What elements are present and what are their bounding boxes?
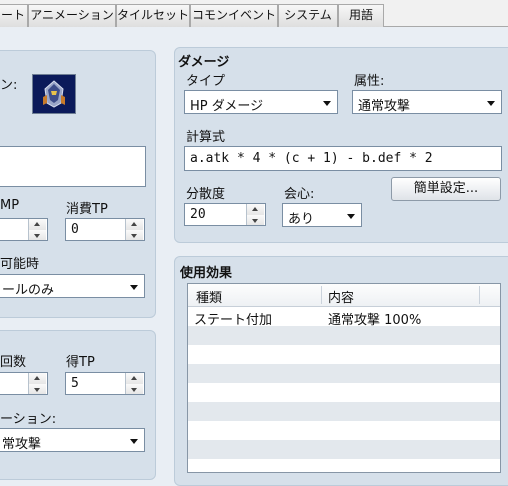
effects-list[interactable]: 種類 内容 ステート付加 通常攻撃 100% — [187, 283, 501, 473]
variance-label: 分散度 — [186, 187, 226, 202]
tab-bar: ート アニメーション タイルセット コモンイベント システム 用語 — [0, 0, 508, 27]
tab-event[interactable]: ート — [0, 4, 28, 27]
effects-title: 使用効果 — [180, 266, 233, 281]
tp-gain-value: 5 — [71, 376, 79, 391]
tab-common-event[interactable]: コモンイベント — [190, 4, 278, 27]
column-header-type[interactable]: 種類 — [196, 287, 222, 306]
chevron-down-icon — [487, 101, 495, 106]
variance-stepper[interactable]: 20 — [184, 203, 266, 226]
empty-row[interactable] — [188, 421, 500, 440]
column-divider — [321, 286, 322, 304]
tab-system[interactable]: システム — [278, 4, 338, 27]
chevron-down-icon — [323, 101, 331, 106]
tp-cost-value: 0 — [71, 222, 79, 237]
repeat-stepper[interactable] — [0, 372, 48, 395]
armored-helmet-icon[interactable] — [32, 74, 76, 114]
spin-down-icon[interactable] — [126, 229, 143, 240]
spin-down-icon[interactable] — [29, 229, 46, 240]
element-select[interactable]: 通常攻撃 — [352, 90, 502, 114]
critical-value: あり — [288, 212, 315, 227]
column-divider — [479, 286, 480, 304]
tab-animation[interactable]: アニメーション — [28, 4, 116, 27]
tp-cost-label: 消費TP — [66, 202, 108, 217]
element-label: 属性: — [354, 74, 385, 89]
tp-gain-stepper[interactable]: 5 — [65, 372, 145, 395]
empty-row[interactable] — [188, 440, 500, 459]
damage-type-label: タイプ — [186, 74, 226, 89]
formula-input[interactable]: a.atk * 4 * (c + 1) - b.def * 2 — [184, 146, 502, 171]
icon-label: ン: — [0, 78, 18, 93]
damage-type-value: HP ダメージ — [190, 99, 264, 114]
empty-row[interactable] — [188, 345, 500, 364]
chevron-down-icon — [130, 285, 138, 290]
formula-label: 計算式 — [186, 130, 226, 145]
formula-value: a.atk * 4 * (c + 1) - b.def * 2 — [190, 151, 433, 166]
damage-title: ダメージ — [178, 55, 230, 70]
empty-row[interactable] — [188, 364, 500, 383]
occasion-value: ールのみ — [2, 283, 55, 298]
animation-value: 常攻撃 — [2, 437, 42, 452]
spin-down-icon[interactable] — [29, 383, 46, 394]
animation-label: ーション: — [0, 412, 57, 427]
empty-row[interactable] — [188, 383, 500, 402]
element-value: 通常攻撃 — [358, 99, 411, 114]
mp-cost-label: MP — [0, 198, 20, 213]
tp-cost-stepper[interactable]: 0 — [65, 218, 145, 241]
damage-type-select[interactable]: HP ダメージ — [184, 90, 338, 114]
empty-row[interactable] — [188, 326, 500, 345]
empty-row[interactable] — [188, 402, 500, 421]
spin-down-icon[interactable] — [247, 214, 264, 225]
spin-down-icon[interactable] — [126, 383, 143, 394]
chevron-down-icon — [130, 439, 138, 444]
chevron-down-icon — [347, 214, 355, 219]
critical-label: 会心: — [284, 187, 315, 202]
occasion-select[interactable]: ールのみ — [0, 274, 145, 298]
quick-settings-button[interactable]: 簡単設定... — [391, 177, 501, 201]
variance-value: 20 — [190, 207, 206, 222]
effects-list-header: 種類 内容 — [188, 284, 500, 307]
effect-row[interactable]: ステート付加 通常攻撃 100% — [188, 307, 500, 328]
column-header-content[interactable]: 内容 — [328, 287, 354, 306]
description-field[interactable] — [0, 146, 146, 187]
tab-tileset[interactable]: タイルセット — [116, 4, 190, 27]
occasion-label: 可能時 — [0, 257, 40, 272]
animation-select[interactable]: 常攻撃 — [0, 428, 145, 452]
critical-select[interactable]: あり — [282, 203, 362, 227]
repeat-label: 回数 — [0, 355, 27, 370]
mp-cost-stepper[interactable] — [0, 218, 48, 241]
tab-terms[interactable]: 用語 — [338, 4, 384, 27]
tp-gain-label: 得TP — [66, 355, 95, 370]
empty-row[interactable] — [188, 459, 500, 478]
